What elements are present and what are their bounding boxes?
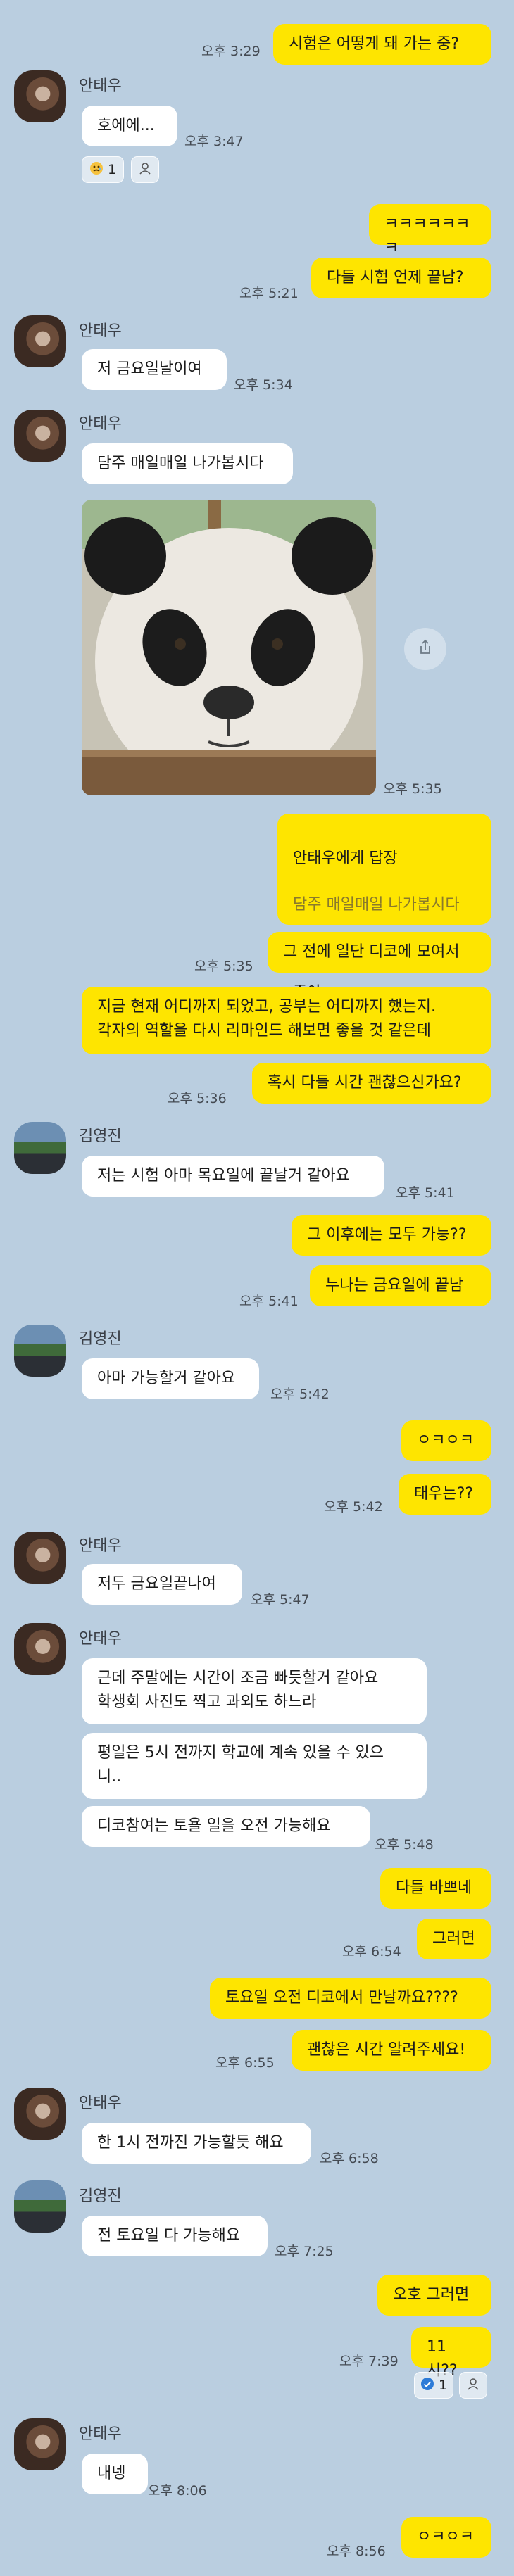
timestamp: 오후 6:54: [342, 1944, 401, 1959]
person-icon: [138, 161, 152, 179]
panda-photo[interactable]: [82, 500, 376, 795]
message-bubble-incoming[interactable]: 내넹: [82, 2454, 148, 2494]
message-bubble-outgoing[interactable]: 누나는 금요일에 끝남: [310, 1265, 491, 1306]
reaction-count: 1: [107, 162, 117, 177]
timestamp: 오후 3:29: [201, 44, 261, 59]
reaction-chip[interactable]: 1: [82, 156, 124, 183]
message-bubble-incoming[interactable]: 아마 가능할거 같아요: [82, 1358, 259, 1399]
timestamp: 오후 5:47: [251, 1592, 310, 1608]
message-bubble-outgoing[interactable]: 괜찮은 시간 알려주세요!: [292, 2030, 491, 2071]
timestamp: 오후 5:36: [168, 1091, 227, 1106]
message-bubble-incoming[interactable]: 한 1시 전까진 가능할듯 해요: [82, 2123, 311, 2164]
message-bubble-incoming[interactable]: 저 금요일날이여: [82, 349, 227, 390]
sender-name: 안태우: [79, 415, 122, 433]
timestamp: 오후 3:47: [184, 134, 244, 149]
reply-title: 안태우에게 답장: [293, 850, 398, 867]
timestamp: 오후 5:42: [324, 1499, 383, 1515]
sender-name: 김영진: [79, 2187, 122, 2205]
avatar[interactable]: [14, 1532, 66, 1584]
message-bubble-outgoing[interactable]: ㅇㅋㅇㅋ: [401, 2517, 491, 2558]
timestamp: 오후 6:58: [320, 2151, 379, 2166]
avatar[interactable]: [14, 2088, 66, 2140]
timestamp: 오후 8:06: [148, 2483, 207, 2499]
avatar[interactable]: [14, 70, 66, 122]
timestamp: 오후 5:21: [239, 286, 299, 301]
message-bubble-outgoing[interactable]: 그러면: [417, 1919, 491, 1959]
reply-quote: 담주 매일매일 나가봅시다: [293, 896, 460, 914]
message-bubble-incoming[interactable]: 담주 매일매일 나가봅시다: [82, 443, 293, 484]
message-bubble-outgoing[interactable]: 그 이후에는 모두 가능??: [292, 1215, 491, 1256]
message-bubble-outgoing[interactable]: 오호 그러면: [377, 2275, 491, 2316]
timestamp: 오후 5:35: [383, 781, 442, 797]
sender-name: 안태우: [79, 1630, 122, 1648]
person-icon: [466, 2377, 480, 2394]
message-bubble-outgoing[interactable]: 그 전에 일단 디코에 모여서: [268, 932, 491, 973]
message-bubble-incoming[interactable]: 호에에...: [82, 106, 177, 146]
share-icon: [416, 638, 434, 659]
message-bubble-outgoing[interactable]: ㅇㅋㅇㅋ: [401, 1420, 491, 1461]
message-bubble-incoming[interactable]: 디코참여는 토욜 일을 오전 가능해요: [82, 1806, 370, 1847]
reply-message-bubble[interactable]: 안태우에게 답장 담주 매일매일 나가봅시다 좋아: [277, 814, 491, 1002]
timestamp: 오후 5:48: [375, 1837, 434, 1852]
timestamp: 오후 5:41: [239, 1294, 299, 1309]
reaction-count: 1: [438, 2378, 448, 2393]
sender-name: 김영진: [79, 1330, 122, 1348]
message-bubble-incoming[interactable]: 저는 시험 아마 목요일에 끝날거 같아요: [82, 1156, 384, 1197]
message-bubble-outgoing[interactable]: 시험은 어떻게 돼 가는 중?: [273, 24, 491, 65]
add-reaction-button[interactable]: [459, 2372, 487, 2399]
message-bubble-outgoing[interactable]: 혹시 다들 시간 괜찮으신가요?: [252, 1063, 491, 1104]
timestamp: 오후 8:56: [327, 2544, 386, 2559]
message-bubble-outgoing[interactable]: 토요일 오전 디코에서 만날까요????: [210, 1978, 491, 2019]
message-bubble-incoming[interactable]: 평일은 5시 전까지 학교에 계속 있을 수 있으 니..: [82, 1733, 427, 1799]
avatar[interactable]: [14, 315, 66, 367]
message-bubble-outgoing[interactable]: 지금 현재 어디까지 되었고, 공부는 어디까지 했는지. 각자의 역할을 다시…: [82, 987, 491, 1054]
chat-area: 오후 3:29 시험은 어떻게 돼 가는 중? 안태우 호에에... 오후 3:…: [0, 0, 514, 2576]
timestamp: 오후 5:34: [234, 377, 293, 393]
timestamp: 오후 5:41: [396, 1185, 455, 1201]
avatar[interactable]: [14, 1623, 66, 1675]
sad-face-icon: [89, 161, 104, 179]
timestamp: 오후 7:25: [275, 2244, 334, 2259]
timestamp: 오후 6:55: [215, 2055, 275, 2071]
timestamp: 오후 5:42: [270, 1387, 330, 1402]
message-bubble-outgoing[interactable]: 11시??: [411, 2327, 491, 2380]
message-bubble-outgoing[interactable]: ㅋㅋㅋㅋㅋㅋㅋ: [369, 204, 491, 257]
avatar[interactable]: [14, 2180, 66, 2233]
message-bubble-incoming[interactable]: 저두 금요일끝나여: [82, 1564, 242, 1605]
avatar[interactable]: [14, 1325, 66, 1377]
sender-name: 안태우: [79, 2095, 122, 2112]
share-button[interactable]: [404, 628, 446, 670]
check-circle-icon: [420, 2377, 434, 2394]
reaction-chip[interactable]: 1: [414, 2372, 453, 2399]
sender-name: 안태우: [79, 322, 122, 340]
avatar[interactable]: [14, 2418, 66, 2470]
message-bubble-incoming[interactable]: 전 토요일 다 가능해요: [82, 2216, 268, 2256]
timestamp: 오후 7:39: [339, 2354, 399, 2369]
timestamp: 오후 5:35: [194, 959, 253, 974]
sender-name: 안태우: [79, 77, 122, 95]
message-bubble-outgoing[interactable]: 태우는??: [399, 1474, 491, 1515]
message-bubble-incoming[interactable]: 근데 주말에는 시간이 조금 빠듯할거 같아요 학생회 사진도 찍고 과외도 하…: [82, 1658, 427, 1724]
message-bubble-outgoing[interactable]: 다들 바쁘네: [380, 1868, 491, 1909]
sender-name: 김영진: [79, 1128, 122, 1145]
avatar[interactable]: [14, 410, 66, 462]
avatar[interactable]: [14, 1122, 66, 1174]
sender-name: 안태우: [79, 1537, 122, 1555]
sender-name: 안태우: [79, 2425, 122, 2443]
message-bubble-outgoing[interactable]: 다들 시험 언제 끝남?: [311, 258, 491, 298]
add-reaction-button[interactable]: [131, 156, 159, 183]
